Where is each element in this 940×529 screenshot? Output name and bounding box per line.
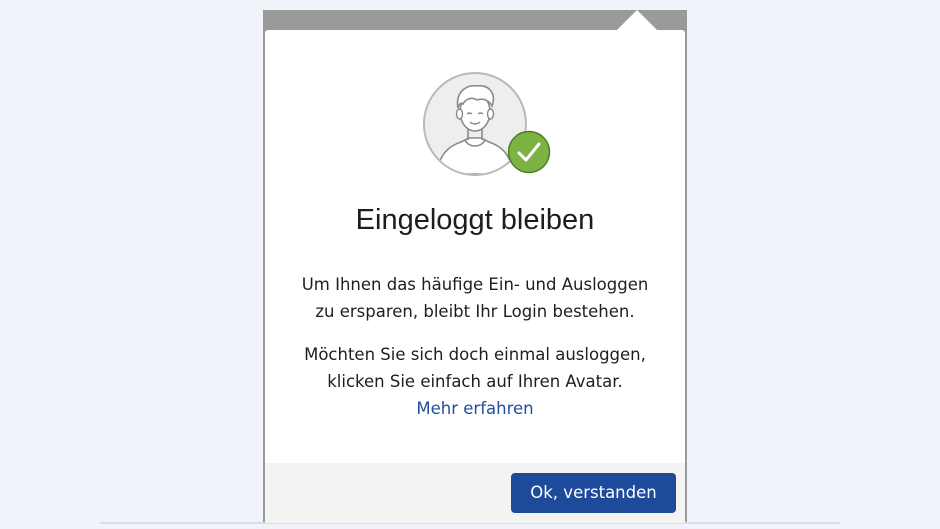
logout-hint-paragraph: Möchten Sie sich doch einmal ausloggen, …	[275, 341, 675, 395]
dialog-title: Eingeloggt bleiben	[355, 204, 595, 236]
ok-understood-button[interactable]: Ok, verstanden	[511, 473, 676, 513]
hint-line: Möchten Sie sich doch einmal ausloggen,	[304, 345, 646, 364]
dialog-footer: Ok, verstanden	[265, 463, 685, 523]
avatar-illustration	[423, 72, 553, 182]
learn-more-link[interactable]: Mehr erfahren	[265, 395, 685, 422]
hint-line: klicken Sie einfach auf Ihren Avatar.	[327, 372, 623, 391]
popover-arrow	[617, 10, 657, 30]
stay-logged-in-popover: Eingeloggt bleiben Um Ihnen das häufige …	[265, 30, 685, 523]
checkmark-icon	[507, 130, 551, 174]
description-paragraph: Um Ihnen das häufige Ein- und Ausloggen …	[275, 271, 675, 325]
description-line: zu ersparen, bleibt Ihr Login bestehen.	[315, 302, 635, 321]
description-line: Um Ihnen das häufige Ein- und Ausloggen	[301, 275, 649, 294]
